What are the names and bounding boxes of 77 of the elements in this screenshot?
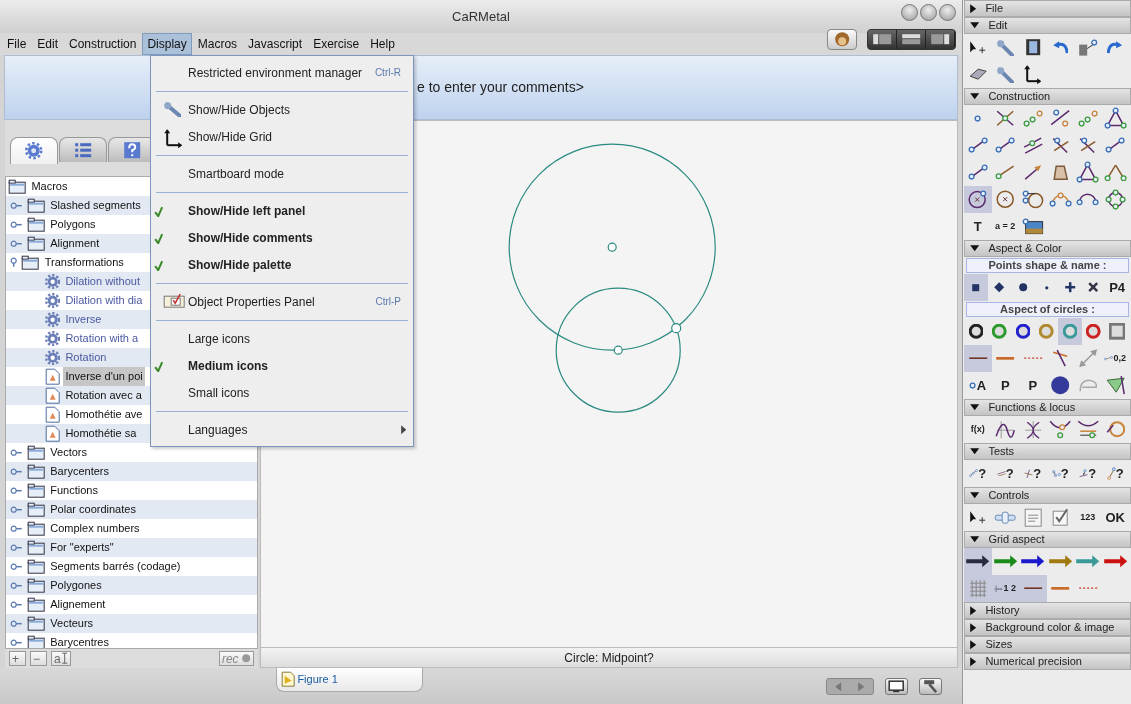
palette-section-header[interactable]: Background color & image bbox=[964, 619, 1131, 636]
tool-button[interactable]: ? bbox=[1046, 460, 1074, 487]
palette-section-header[interactable]: History bbox=[964, 602, 1131, 619]
menu-item[interactable]: Help bbox=[365, 33, 400, 55]
tree-item[interactable]: Rotation avec a bbox=[63, 386, 144, 405]
palette-section-header[interactable]: Numerical precision bbox=[964, 653, 1131, 670]
menu-item[interactable]: Exercise bbox=[308, 33, 365, 55]
tool-button[interactable]: ? bbox=[1074, 460, 1102, 487]
tree-item[interactable]: Rotation with a bbox=[63, 329, 141, 348]
menu-option[interactable]: Show/Hide palette bbox=[151, 251, 413, 278]
menu-item[interactable]: Construction bbox=[64, 33, 142, 55]
tool-button[interactable]: P bbox=[991, 372, 1019, 399]
menu-item[interactable]: Javascript bbox=[243, 33, 308, 55]
palette-section-header[interactable]: Construction bbox=[964, 88, 1131, 105]
tool-button[interactable]: f(x) bbox=[964, 416, 992, 443]
menu-item[interactable]: Macros bbox=[192, 33, 243, 55]
menu-option[interactable]: Show/Hide left panel bbox=[151, 197, 413, 224]
menu-option[interactable]: Show/Hide comments bbox=[151, 224, 413, 251]
menu-option[interactable]: Small icons bbox=[151, 379, 413, 406]
tree-item[interactable]: Rotation bbox=[63, 348, 109, 367]
panel-button[interactable]: a bbox=[51, 651, 72, 666]
tree-item[interactable]: Vecteurs bbox=[48, 614, 96, 633]
palette-section-header[interactable]: Edit bbox=[964, 17, 1131, 34]
panel-button[interactable]: − bbox=[30, 651, 47, 666]
tree-item[interactable]: Dilation with dia bbox=[63, 291, 145, 310]
tree-item[interactable]: Polygons bbox=[48, 215, 98, 234]
tree-item[interactable]: Homothétie sa bbox=[63, 424, 139, 443]
palette-section-header[interactable]: Tests bbox=[964, 443, 1131, 460]
group-heading: Aspect of circles : bbox=[966, 302, 1129, 317]
menu-item[interactable]: Edit bbox=[32, 33, 64, 55]
menu-option[interactable]: Restricted environment manager Ctrl-R bbox=[151, 59, 413, 86]
tool-button[interactable]: 0,2 bbox=[1101, 345, 1129, 372]
document-tab[interactable]: Figure 1 bbox=[276, 668, 423, 692]
menu-option[interactable]: Medium icons bbox=[151, 352, 413, 379]
tree-item[interactable]: Vectors bbox=[48, 443, 89, 462]
palette-section-header[interactable]: File bbox=[964, 0, 1131, 17]
tool-button[interactable]: ? bbox=[991, 460, 1019, 487]
tree-item[interactable]: Alignement bbox=[48, 595, 108, 614]
tree-item[interactable]: Homothétie ave bbox=[63, 405, 145, 424]
tree-item[interactable]: Transformations bbox=[42, 253, 126, 272]
tool-button[interactable]: A bbox=[964, 372, 992, 399]
menu-option[interactable]: Object Properties Panel Ctrl-P bbox=[151, 288, 413, 315]
menu-option[interactable]: Show/Hide Objects bbox=[151, 96, 413, 123]
menu-option[interactable]: Show/Hide Grid bbox=[151, 123, 413, 150]
status-text: Circle: Midpoint? bbox=[260, 648, 958, 668]
tool-button[interactable]: OK bbox=[1101, 504, 1129, 531]
tool-button[interactable]: ? bbox=[964, 460, 992, 487]
tool-button[interactable]: T bbox=[964, 213, 992, 240]
window-title: CaRMetal bbox=[452, 7, 510, 26]
menu-option[interactable]: Smartboard mode bbox=[151, 160, 413, 187]
panel-button[interactable]: + bbox=[9, 651, 26, 666]
tree-item[interactable]: Functions bbox=[48, 481, 100, 500]
menu-option[interactable]: Languages bbox=[151, 416, 413, 443]
tool-button[interactable]: P bbox=[1019, 372, 1047, 399]
menu-option[interactable]: Large icons bbox=[151, 325, 413, 352]
tool-button[interactable]: ? bbox=[1019, 460, 1047, 487]
group-heading: Points shape & name : bbox=[966, 258, 1129, 273]
menu-item[interactable]: Display bbox=[142, 33, 192, 55]
palette-section-header[interactable]: Aspect & Color bbox=[964, 240, 1131, 257]
tree-item[interactable]: Inverse bbox=[63, 310, 104, 329]
comment-text: e to enter your comments> bbox=[417, 78, 584, 97]
palette-section-header[interactable]: Grid aspect bbox=[964, 531, 1131, 548]
tree-item[interactable]: Macros bbox=[29, 177, 70, 196]
palette-section-header[interactable]: Sizes bbox=[964, 636, 1131, 653]
tool-button[interactable]: 1 2 bbox=[991, 575, 1019, 602]
tree-item[interactable]: Barycentres bbox=[48, 633, 111, 648]
menu-item[interactable]: File bbox=[2, 33, 32, 55]
tool-button[interactable]: ? bbox=[1101, 460, 1129, 487]
tool-button[interactable]: 123 bbox=[1074, 504, 1102, 531]
palette-section-header[interactable]: Controls bbox=[964, 487, 1131, 504]
tree-item[interactable]: Complex numbers bbox=[48, 519, 142, 538]
tool-button[interactable]: a = 2 bbox=[991, 213, 1019, 240]
tree-item[interactable]: Segments barrés (codage) bbox=[48, 557, 183, 576]
palette-section-header[interactable]: Functions & locus bbox=[964, 399, 1131, 416]
tool-button[interactable]: P4 bbox=[1105, 274, 1129, 301]
tree-item[interactable]: Slashed segments bbox=[48, 196, 143, 215]
tree-item[interactable]: Inverse d'un poi bbox=[63, 367, 145, 386]
